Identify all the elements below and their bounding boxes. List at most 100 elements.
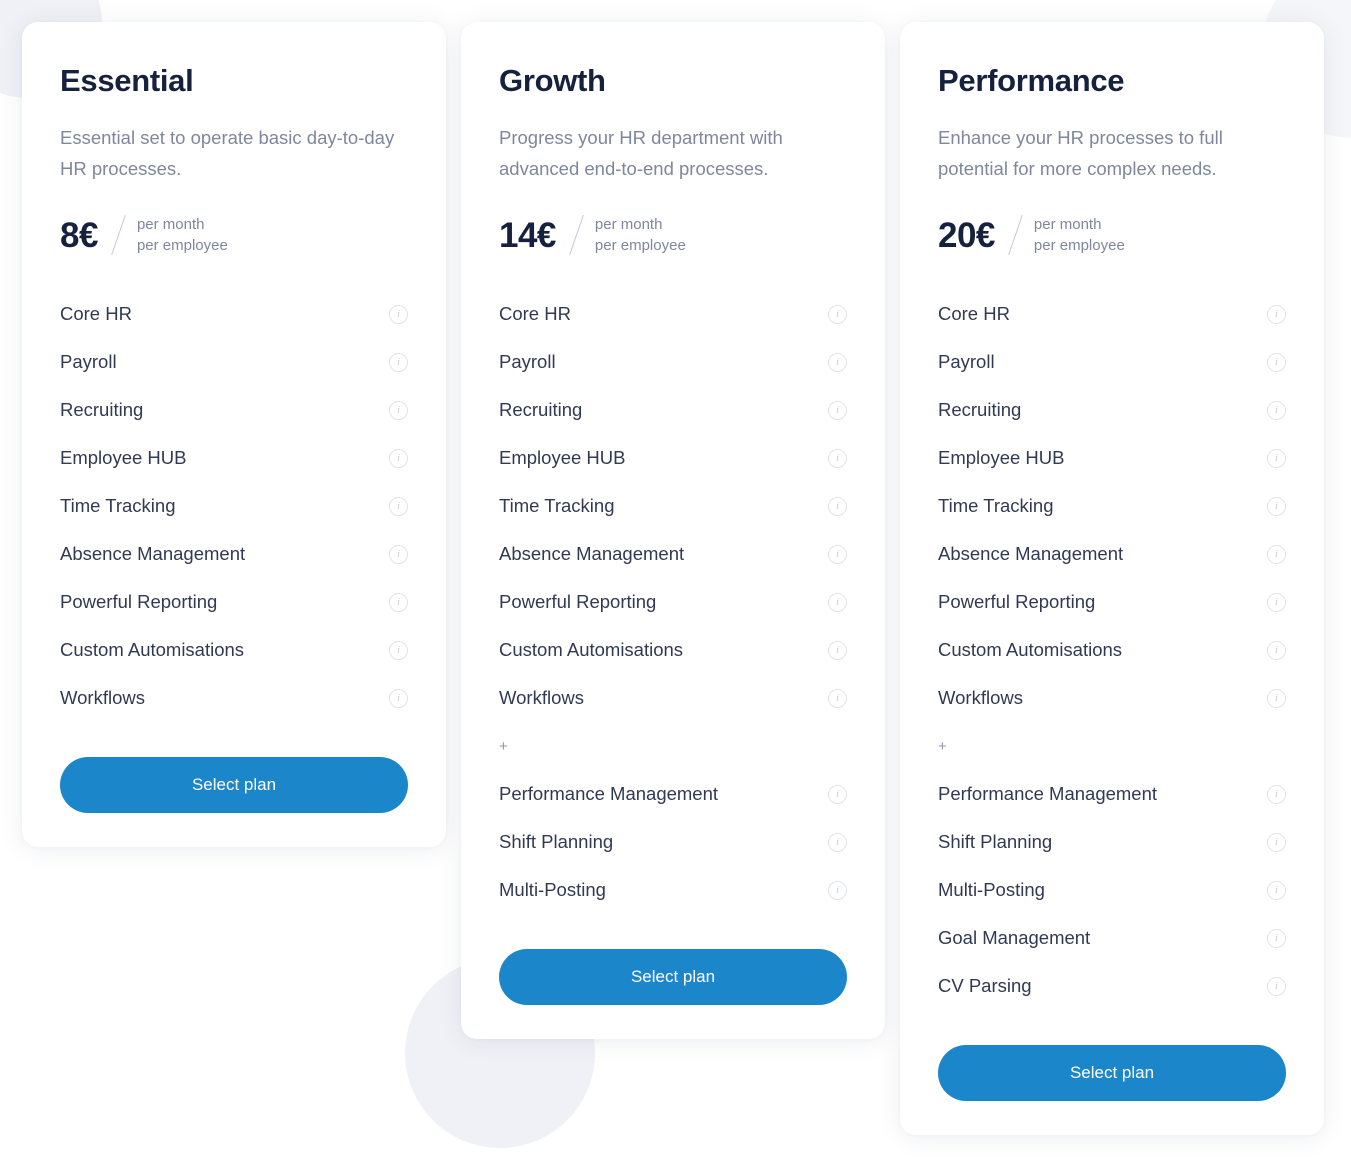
feature-row: Employee HUB i <box>938 434 1286 482</box>
feature-label: Recruiting <box>499 398 583 420</box>
info-icon[interactable]: i <box>1267 832 1286 852</box>
feature-label: Time Tracking <box>938 494 1054 516</box>
feature-row: Core HR i <box>938 290 1286 338</box>
feature-row: Employee HUB i <box>60 434 408 482</box>
feature-row: Absence Management i <box>938 530 1286 578</box>
feature-label: Custom Automisations <box>499 638 684 660</box>
feature-label: Employee HUB <box>499 446 626 468</box>
info-icon[interactable]: i <box>389 688 408 708</box>
price-unit: per month per employee <box>137 214 228 256</box>
select-plan-button-growth[interactable]: Select plan <box>499 949 847 1006</box>
feature-row: Shift Planning i <box>938 818 1286 866</box>
pricing-card-performance: Performance Enhance your HR processes to … <box>900 22 1324 1136</box>
plus-divider: + <box>938 737 947 755</box>
info-icon[interactable]: i <box>1267 880 1286 900</box>
feature-row: Goal Management i <box>938 914 1286 962</box>
info-icon[interactable]: i <box>828 688 847 708</box>
info-icon[interactable]: i <box>389 640 408 660</box>
info-icon[interactable]: i <box>828 880 847 900</box>
info-icon[interactable]: i <box>389 400 408 420</box>
feature-label: Custom Automisations <box>60 638 245 660</box>
select-plan-button-essential[interactable]: Select plan <box>60 757 408 814</box>
select-plan-button-performance[interactable]: Select plan <box>938 1045 1286 1102</box>
info-icon[interactable]: i <box>389 304 408 324</box>
price-row: 8€ per month per employee <box>60 214 408 256</box>
feature-label: Employee HUB <box>60 446 187 468</box>
feature-label: Employee HUB <box>938 446 1065 468</box>
feature-row: Time Tracking i <box>499 482 847 530</box>
info-icon[interactable]: i <box>1267 496 1286 516</box>
info-icon[interactable]: i <box>828 832 847 852</box>
feature-label: Powerful Reporting <box>60 590 218 612</box>
info-icon[interactable]: i <box>1267 448 1286 468</box>
feature-label: Multi-Posting <box>938 878 1045 900</box>
price-unit-basis: per employee <box>1033 237 1125 255</box>
info-icon[interactable]: i <box>389 592 408 612</box>
feature-label: Goal Management <box>938 926 1091 948</box>
feature-label: Workflows <box>938 686 1023 708</box>
plus-divider: + <box>499 737 508 755</box>
info-icon[interactable]: i <box>828 352 847 372</box>
info-icon[interactable]: i <box>1267 688 1286 708</box>
info-icon[interactable]: i <box>1267 976 1286 996</box>
feature-label: Shift Planning <box>499 830 614 852</box>
feature-row: Powerful Reporting i <box>60 578 408 626</box>
feature-label: Core HR <box>60 302 132 324</box>
info-icon[interactable]: i <box>1267 640 1286 660</box>
feature-row: Workflows i <box>499 674 847 722</box>
feature-label: Powerful Reporting <box>938 590 1096 612</box>
feature-row: Payroll i <box>938 338 1286 386</box>
pricing-card-growth: Growth Progress your HR department with a… <box>461 22 885 1040</box>
feature-row: Recruiting i <box>938 386 1286 434</box>
info-icon[interactable]: i <box>389 544 408 564</box>
info-icon[interactable]: i <box>1267 400 1286 420</box>
feature-label: Recruiting <box>938 398 1022 420</box>
plan-description: Essential set to operate basic day-to-da… <box>60 127 395 180</box>
feature-label: Payroll <box>499 350 556 372</box>
info-icon[interactable]: i <box>828 496 847 516</box>
feature-label: Custom Automisations <box>938 638 1123 660</box>
info-icon[interactable]: i <box>828 544 847 564</box>
feature-label: Performance Management <box>499 782 719 804</box>
price-unit-basis: per employee <box>136 237 228 255</box>
feature-row: Multi-Posting i <box>938 866 1286 914</box>
info-icon[interactable]: i <box>1267 784 1286 804</box>
feature-row: Custom Automisations i <box>499 626 847 674</box>
pricing-cards: Essential Essential set to operate basic … <box>0 0 1351 1157</box>
feature-row: Shift Planning i <box>499 818 847 866</box>
feature-label: Workflows <box>60 686 145 708</box>
feature-label: Absence Management <box>60 542 246 564</box>
info-icon[interactable]: i <box>1267 352 1286 372</box>
feature-row: Time Tracking i <box>938 482 1286 530</box>
price-slash-divider <box>569 215 584 256</box>
info-icon[interactable]: i <box>1267 304 1286 324</box>
info-icon[interactable]: i <box>828 304 847 324</box>
feature-row: Custom Automisations i <box>60 626 408 674</box>
info-icon[interactable]: i <box>389 448 408 468</box>
feature-list: Core HR i Payroll i Recruiting i Employee HUB i… <box>499 290 847 914</box>
pricing-card-essential: Essential Essential set to operate basic … <box>22 22 446 848</box>
feature-row: Custom Automisations i <box>938 626 1286 674</box>
info-icon[interactable]: i <box>389 352 408 372</box>
info-icon[interactable]: i <box>389 496 408 516</box>
info-icon[interactable]: i <box>1267 544 1286 564</box>
info-icon[interactable]: i <box>828 592 847 612</box>
info-icon[interactable]: i <box>828 400 847 420</box>
feature-row: CV Parsing i <box>938 962 1286 1010</box>
feature-label: Payroll <box>938 350 995 372</box>
feature-row: Time Tracking i <box>60 482 408 530</box>
plan-description: Progress your HR department with advance… <box>499 127 783 180</box>
info-icon[interactable]: i <box>828 448 847 468</box>
feature-row: Powerful Reporting i <box>938 578 1286 626</box>
feature-list: Core HR i Payroll i Recruiting i Employee HUB i… <box>60 290 408 722</box>
plan-name: Growth <box>499 63 606 98</box>
info-icon[interactable]: i <box>828 784 847 804</box>
info-icon[interactable]: i <box>1267 592 1286 612</box>
feature-row: Performance Management i <box>499 770 847 818</box>
plan-name: Essential <box>60 63 194 98</box>
info-icon[interactable]: i <box>1267 928 1286 948</box>
feature-label: Recruiting <box>60 398 144 420</box>
feature-label: Time Tracking <box>499 494 615 516</box>
plan-description: Enhance your HR processes to full potent… <box>938 127 1223 180</box>
info-icon[interactable]: i <box>828 640 847 660</box>
